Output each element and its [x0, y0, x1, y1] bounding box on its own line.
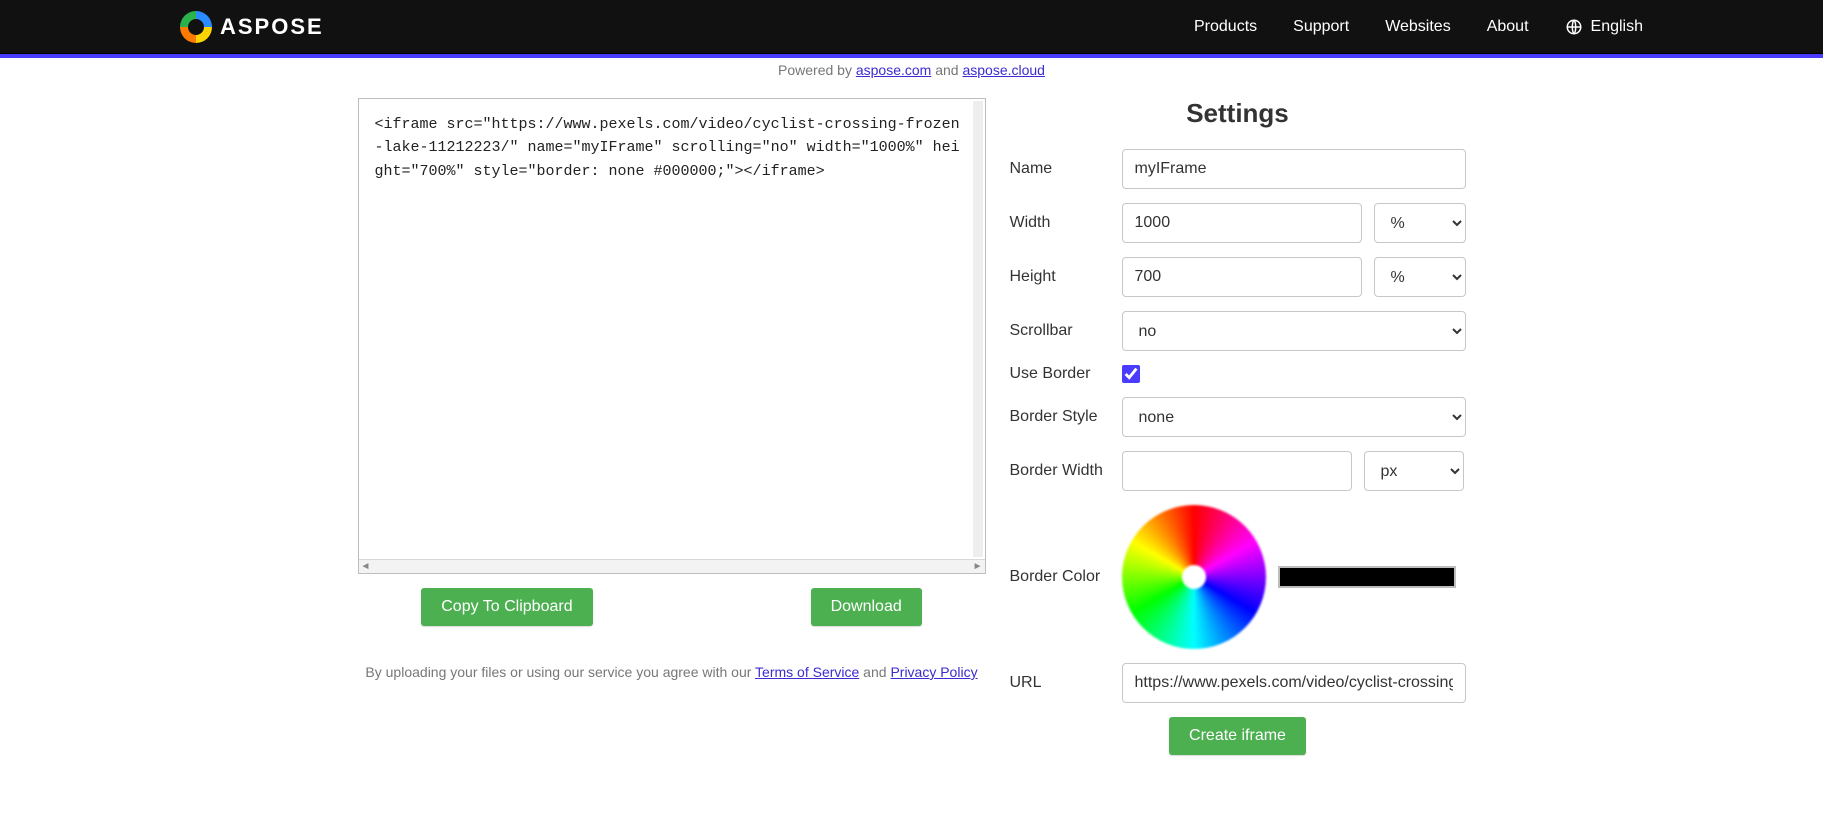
- agree-prefix: By uploading your files or using our ser…: [365, 664, 755, 680]
- row-border-color: Border Color: [1010, 505, 1466, 649]
- row-border-width: Border Width px: [1010, 451, 1466, 491]
- download-button[interactable]: Download: [811, 588, 922, 626]
- border-width-unit-select[interactable]: px: [1364, 451, 1464, 491]
- nav-websites[interactable]: Websites: [1385, 18, 1451, 36]
- link-terms-of-service[interactable]: Terms of Service: [755, 664, 859, 680]
- width-input[interactable]: [1122, 203, 1362, 243]
- horizontal-scrollbar[interactable]: ◄ ►: [359, 559, 985, 573]
- row-url: URL: [1010, 663, 1466, 703]
- language-selector[interactable]: English: [1565, 18, 1643, 36]
- globe-icon: [1565, 18, 1583, 36]
- agree-and: and: [859, 664, 890, 680]
- row-name: Name: [1010, 149, 1466, 189]
- nav-about[interactable]: About: [1487, 18, 1529, 36]
- border-width-input[interactable]: [1122, 451, 1352, 491]
- language-label: English: [1591, 18, 1643, 36]
- label-height: Height: [1010, 268, 1110, 286]
- accent-bar: [0, 54, 1823, 58]
- scrollbar-select[interactable]: no: [1122, 311, 1466, 351]
- main-content: <iframe src="https://www.pexels.com/vide…: [0, 78, 1823, 809]
- color-swatch-stack: [1278, 566, 1456, 588]
- settings-panel: Settings Name Width % Height % Scrollbar…: [1010, 98, 1466, 769]
- brand-text: ASPOSE: [220, 14, 324, 40]
- settings-title: Settings: [1010, 98, 1466, 129]
- row-scrollbar: Scrollbar no: [1010, 311, 1466, 351]
- height-input[interactable]: [1122, 257, 1362, 297]
- row-height: Height %: [1010, 257, 1466, 297]
- url-input[interactable]: [1122, 663, 1466, 703]
- action-buttons: Copy To Clipboard Download: [358, 588, 986, 626]
- label-scrollbar: Scrollbar: [1010, 322, 1110, 340]
- nav-support[interactable]: Support: [1293, 18, 1349, 36]
- label-use-border: Use Border: [1010, 365, 1110, 383]
- iframe-code-textarea[interactable]: <iframe src="https://www.pexels.com/vide…: [359, 99, 985, 559]
- label-width: Width: [1010, 214, 1110, 232]
- height-unit-select[interactable]: %: [1374, 257, 1466, 297]
- powered-and: and: [931, 62, 962, 78]
- label-border-style: Border Style: [1010, 408, 1110, 426]
- scroll-left-icon[interactable]: ◄: [361, 561, 371, 572]
- nav-links: Products Support Websites About English: [1194, 18, 1643, 36]
- row-use-border: Use Border: [1010, 365, 1466, 383]
- brand-logo-icon: [180, 11, 212, 43]
- left-column: <iframe src="https://www.pexels.com/vide…: [358, 98, 986, 769]
- link-privacy-policy[interactable]: Privacy Policy: [890, 664, 977, 680]
- nav-products[interactable]: Products: [1194, 18, 1257, 36]
- link-aspose-com[interactable]: aspose.com: [856, 62, 931, 78]
- copy-button[interactable]: Copy To Clipboard: [421, 588, 592, 626]
- color-wheel-picker[interactable]: [1122, 505, 1266, 649]
- color-swatch[interactable]: [1278, 566, 1456, 588]
- row-create: Create iframe: [1010, 717, 1466, 755]
- code-output-panel: <iframe src="https://www.pexels.com/vide…: [358, 98, 986, 574]
- width-unit-select[interactable]: %: [1374, 203, 1466, 243]
- border-style-select[interactable]: none: [1122, 397, 1466, 437]
- row-width: Width %: [1010, 203, 1466, 243]
- agreement-text: By uploading your files or using our ser…: [358, 664, 986, 680]
- powered-by-text: Powered by aspose.com and aspose.cloud: [0, 62, 1823, 78]
- label-name: Name: [1010, 160, 1110, 178]
- scroll-right-icon[interactable]: ►: [973, 561, 983, 572]
- brand[interactable]: ASPOSE: [180, 11, 324, 43]
- label-url: URL: [1010, 674, 1110, 692]
- create-iframe-button[interactable]: Create iframe: [1169, 717, 1306, 755]
- use-border-checkbox[interactable]: [1122, 365, 1140, 383]
- label-border-width: Border Width: [1010, 462, 1110, 480]
- name-input[interactable]: [1122, 149, 1466, 189]
- label-border-color: Border Color: [1010, 568, 1110, 586]
- link-aspose-cloud[interactable]: aspose.cloud: [962, 62, 1045, 78]
- row-border-style: Border Style none: [1010, 397, 1466, 437]
- top-navbar: ASPOSE Products Support Websites About E…: [0, 0, 1823, 54]
- powered-prefix: Powered by: [778, 62, 856, 78]
